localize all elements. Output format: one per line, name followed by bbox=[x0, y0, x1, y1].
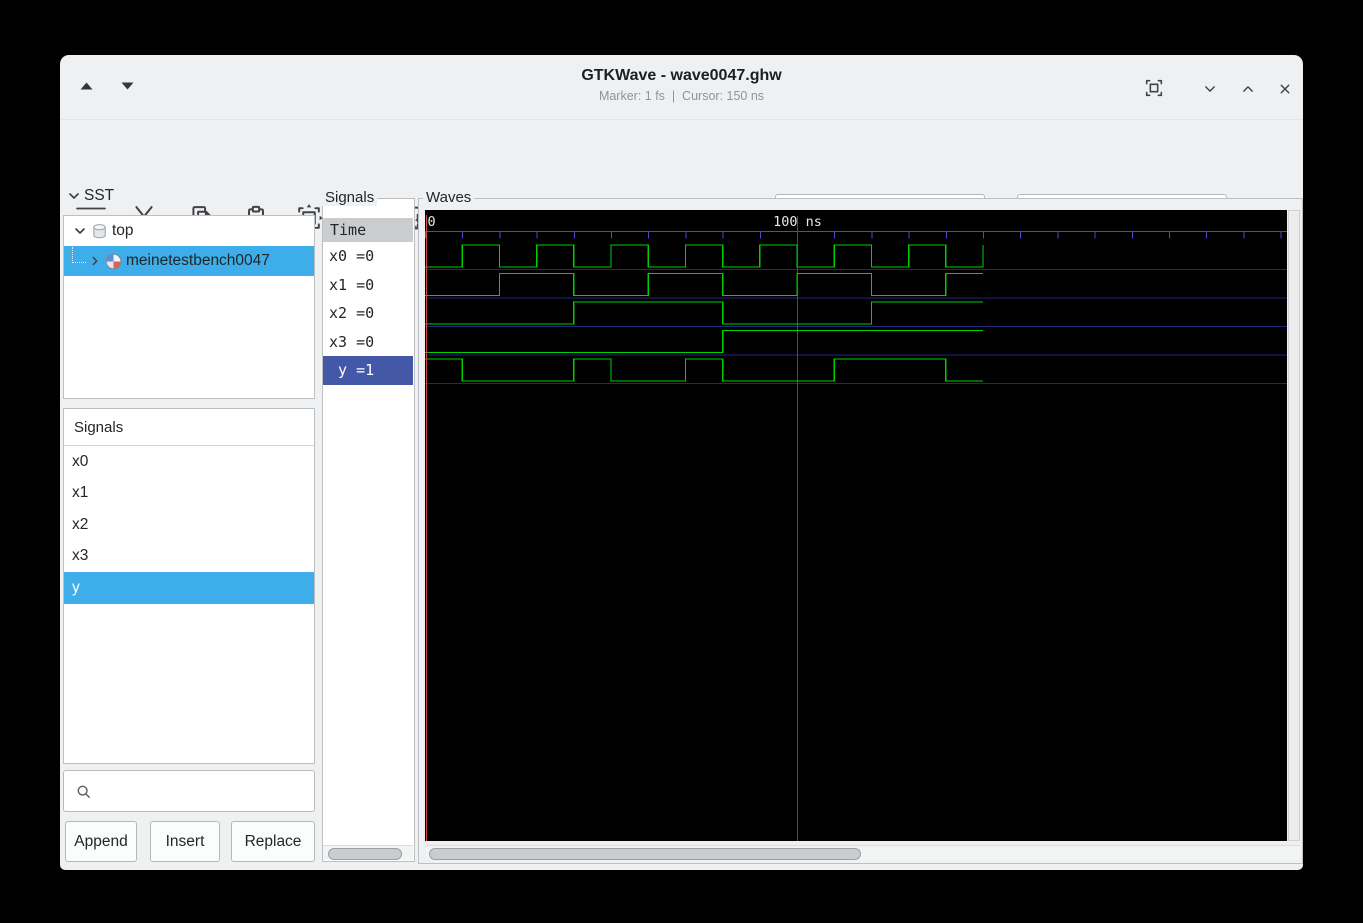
tree-guide-line bbox=[72, 247, 86, 263]
maximize-button[interactable] bbox=[1238, 79, 1258, 99]
sst-expander[interactable]: SST bbox=[66, 187, 114, 205]
cylinder-icon bbox=[93, 223, 106, 238]
wave-trace-x3 bbox=[425, 329, 983, 354]
wave-canvas[interactable]: 0 100 ns bbox=[425, 210, 1287, 841]
time-column-header[interactable]: Time bbox=[323, 218, 413, 242]
signal-list-item-x2[interactable]: x2 bbox=[64, 509, 314, 541]
wave-trace-x0 bbox=[425, 244, 984, 268]
fullscreen-button[interactable] bbox=[1143, 77, 1165, 99]
wave-signal-row-x1[interactable]: x1 =0 bbox=[323, 270, 413, 299]
sst-tree: top meinetestbench0047 bbox=[63, 215, 315, 399]
signal-browser-header: Signals bbox=[64, 409, 314, 446]
wave-trace-x1 bbox=[425, 272, 983, 297]
wave-trace-x2 bbox=[425, 301, 983, 325]
close-button[interactable] bbox=[1275, 79, 1295, 99]
waves-frame-label: Waves bbox=[423, 189, 475, 206]
signal-list-item-y[interactable]: y bbox=[64, 572, 314, 604]
waves-vscrollbar[interactable] bbox=[1288, 210, 1300, 841]
expander-right-icon[interactable] bbox=[88, 254, 102, 268]
wave-signal-row-x3[interactable]: x3 =0 bbox=[323, 327, 413, 356]
chevron-down-icon bbox=[1205, 86, 1215, 92]
append-button[interactable]: Append bbox=[65, 821, 137, 862]
titlebar[interactable]: GTKWave - wave0047.ghw Marker: 1 fs | Cu… bbox=[60, 55, 1303, 120]
desktop: { "titlebar": { "title": "GTKWave - wave… bbox=[0, 0, 1363, 923]
search-input[interactable] bbox=[98, 775, 307, 807]
waves-hscrollbar-thumb[interactable] bbox=[429, 848, 861, 860]
ruler-label-100: 100 ns bbox=[773, 214, 822, 230]
expander-down-icon bbox=[69, 193, 79, 199]
toolbar: From: To: bbox=[60, 119, 1303, 236]
fullscreen-icon bbox=[1145, 79, 1163, 97]
tree-item-top[interactable]: top bbox=[64, 216, 314, 246]
window-subtitle: Marker: 1 fs | Cursor: 150 ns bbox=[598, 89, 765, 103]
wave-signal-row-x2[interactable]: x2 =0 bbox=[323, 299, 413, 328]
sst-label: SST bbox=[84, 187, 115, 204]
wave-signal-row-y[interactable]: y =1 bbox=[323, 356, 413, 385]
sphere-icon bbox=[105, 253, 122, 269]
wave-signal-row-x0[interactable]: x0 =0 bbox=[323, 242, 413, 271]
replace-button[interactable]: Replace bbox=[231, 821, 315, 862]
tree-item-meinetestbench0047[interactable]: meinetestbench0047 bbox=[64, 246, 314, 276]
waves-hscrollbar[interactable] bbox=[426, 845, 1300, 860]
signal-list-item-x0[interactable]: x0 bbox=[64, 446, 314, 478]
expander-down-icon[interactable] bbox=[72, 223, 88, 239]
signals-hscrollbar[interactable] bbox=[323, 845, 413, 860]
close-icon bbox=[1280, 84, 1290, 94]
signals-frame-label: Signals bbox=[322, 189, 378, 206]
insert-button[interactable]: Insert bbox=[150, 821, 220, 862]
signal-list-item-x3[interactable]: x3 bbox=[64, 541, 314, 573]
signal-browser-list: x0 x1 x2 x3 y bbox=[64, 446, 314, 604]
signal-list-item-x1[interactable]: x1 bbox=[64, 478, 314, 510]
window-title: GTKWave - wave0047.ghw bbox=[581, 67, 782, 84]
wave-trace-y bbox=[425, 358, 983, 382]
minimize-button[interactable] bbox=[1200, 79, 1220, 99]
signal-search[interactable] bbox=[63, 770, 315, 812]
gtkwave-window: GTKWave - wave0047.ghw Marker: 1 fs | Cu… bbox=[60, 55, 1303, 870]
tree-item-label: meinetestbench0047 bbox=[126, 252, 270, 269]
tree-item-label: top bbox=[112, 222, 134, 239]
signals-hscrollbar-thumb[interactable] bbox=[328, 848, 402, 860]
chevron-up-icon bbox=[1243, 86, 1253, 92]
ruler-label-0: 0 bbox=[428, 214, 436, 230]
signal-browser: Signals x0 x1 x2 x3 y bbox=[63, 408, 315, 764]
search-icon bbox=[77, 785, 91, 799]
